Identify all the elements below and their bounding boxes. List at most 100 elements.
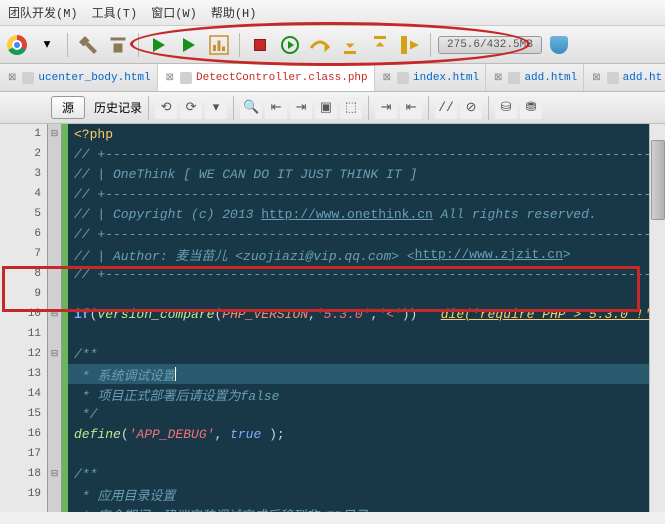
find-button[interactable]: 🔍 (240, 97, 262, 119)
separator (233, 96, 234, 120)
fold-column: ⊟ ⊟ ⊟ ⊟ (48, 124, 62, 512)
code-text: // +------------------------------------… (74, 227, 651, 242)
code-text: // +------------------------------------… (74, 267, 651, 282)
code-area[interactable]: <?php // +------------------------------… (68, 124, 665, 512)
fold-marker (48, 204, 61, 224)
tab-index[interactable]: ⊠ index.html (375, 64, 486, 91)
code-editor[interactable]: 12345678910111213141516171819 ⊟⊟⊟⊟ <?php… (0, 124, 665, 512)
main-toolbar: ▾ 275.6/432.5MB (0, 26, 665, 64)
fold-marker (48, 244, 61, 264)
editor-toolbar: 源 历史记录 ⟲ ⟳ ▾ 🔍 ⇤ ⇥ ▣ ⬚ ⇥ ⇤ // ⊘ ⛁ ⛃ (0, 92, 665, 124)
memory-indicator[interactable]: 275.6/432.5MB (438, 36, 542, 54)
line-number: 3 (0, 164, 47, 184)
code-text: > (563, 247, 571, 262)
code-text: true (230, 427, 261, 442)
fold-marker (48, 444, 61, 464)
db-button[interactable]: ⛁ (495, 97, 517, 119)
separator (138, 33, 139, 57)
db2-button[interactable]: ⛃ (520, 97, 542, 119)
separator (428, 96, 429, 120)
gc-button[interactable] (546, 32, 572, 58)
menu-team[interactable]: 团队开发(M) (8, 4, 78, 21)
code-text: All rights reserved. (433, 207, 597, 222)
highlight-button[interactable]: ▣ (315, 97, 337, 119)
comment-button[interactable]: // (435, 97, 457, 119)
close-icon[interactable]: ⊠ (6, 72, 18, 84)
menu-bar: 团队开发(M) 工具(T) 窗口(W) 帮助(H) (0, 0, 665, 26)
fold-marker[interactable]: ⊟ (48, 344, 61, 364)
line-number: 14 (0, 384, 47, 404)
chrome-icon (7, 35, 27, 55)
code-text: PHP_VERSION (222, 307, 308, 322)
profile-button[interactable] (206, 32, 232, 58)
chrome-button[interactable] (4, 32, 30, 58)
tab-add2[interactable]: ⊠add.ht (584, 64, 665, 91)
tab-ucenter[interactable]: ⊠ucenter_body.html (0, 64, 158, 91)
tab-label: add.html (524, 72, 577, 84)
line-number: 1 (0, 124, 47, 144)
uncomment-button[interactable]: ⊘ (460, 97, 482, 119)
file-icon (22, 72, 34, 84)
menu-window[interactable]: 窗口(W) (151, 4, 197, 21)
tab-label: index.html (413, 72, 479, 84)
code-text: // +------------------------------------… (74, 147, 651, 162)
fold-marker (48, 484, 61, 504)
step-out-button[interactable] (367, 32, 393, 58)
dropdown-button[interactable]: ▾ (34, 32, 60, 58)
tool-btn-1[interactable]: ⟲ (155, 97, 177, 119)
history-label[interactable]: 历史记录 (94, 99, 142, 116)
hammer-button[interactable] (75, 32, 101, 58)
select-button[interactable]: ⬚ (340, 97, 362, 119)
fold-marker (48, 324, 61, 344)
code-text: '<' (378, 307, 401, 322)
file-tabs: ⊠ucenter_body.html ⊠DetectController.cla… (0, 64, 665, 92)
scroll-thumb[interactable] (651, 140, 665, 220)
menu-help[interactable]: 帮助(H) (211, 4, 257, 21)
tool-btn-3[interactable]: ▾ (205, 97, 227, 119)
clean-button[interactable] (105, 32, 131, 58)
step-into-button[interactable] (337, 32, 363, 58)
code-text: // | Author: 麦当苗儿 <zuojiazi@vip.qq.com> … (74, 245, 415, 264)
line-number: 11 (0, 324, 47, 344)
code-text: '5.3.0' (316, 307, 371, 322)
continue-button[interactable] (277, 32, 303, 58)
outdent-button[interactable]: ⇤ (400, 97, 422, 119)
code-text: /** (74, 347, 97, 362)
vertical-scrollbar[interactable] (649, 124, 665, 512)
close-icon[interactable]: ⊠ (492, 72, 504, 84)
tool-btn-2[interactable]: ⟳ (180, 97, 202, 119)
close-icon[interactable]: ⊠ (590, 72, 602, 84)
separator (368, 96, 369, 120)
separator (239, 33, 240, 57)
code-text: // | Copyright (c) 2013 (74, 207, 261, 222)
code-text: version_compare (97, 307, 214, 322)
code-link: http://www.zjzit.cn (415, 247, 563, 262)
stop-button[interactable] (247, 32, 273, 58)
fold-marker[interactable]: ⊟ (48, 464, 61, 484)
find-prev-button[interactable]: ⇤ (265, 97, 287, 119)
step-over-button[interactable] (307, 32, 333, 58)
line-number: 15 (0, 404, 47, 424)
fold-marker[interactable]: ⊟ (48, 124, 61, 144)
menu-tools[interactable]: 工具(T) (92, 4, 138, 21)
indent-button[interactable]: ⇥ (375, 97, 397, 119)
debug-button[interactable] (176, 32, 202, 58)
line-number: 4 (0, 184, 47, 204)
fold-marker (48, 224, 61, 244)
line-number: 2 (0, 144, 47, 164)
line-number: 6 (0, 224, 47, 244)
line-number: 18 (0, 464, 47, 484)
find-next-button[interactable]: ⇥ (290, 97, 312, 119)
run-button[interactable] (146, 32, 172, 58)
close-icon[interactable]: ⊠ (381, 72, 393, 84)
source-button[interactable]: 源 (51, 96, 85, 119)
code-text: define (74, 427, 121, 442)
line-gutter: 12345678910111213141516171819 (0, 124, 48, 512)
tab-detect-controller[interactable]: ⊠DetectController.class.php (158, 64, 375, 91)
close-icon[interactable]: ⊠ (164, 72, 176, 84)
run-to-cursor-button[interactable] (397, 32, 423, 58)
fold-marker[interactable]: ⊟ (48, 304, 61, 324)
tab-add[interactable]: ⊠ add.html (486, 64, 584, 91)
separator (67, 33, 68, 57)
database-icon (550, 36, 568, 54)
